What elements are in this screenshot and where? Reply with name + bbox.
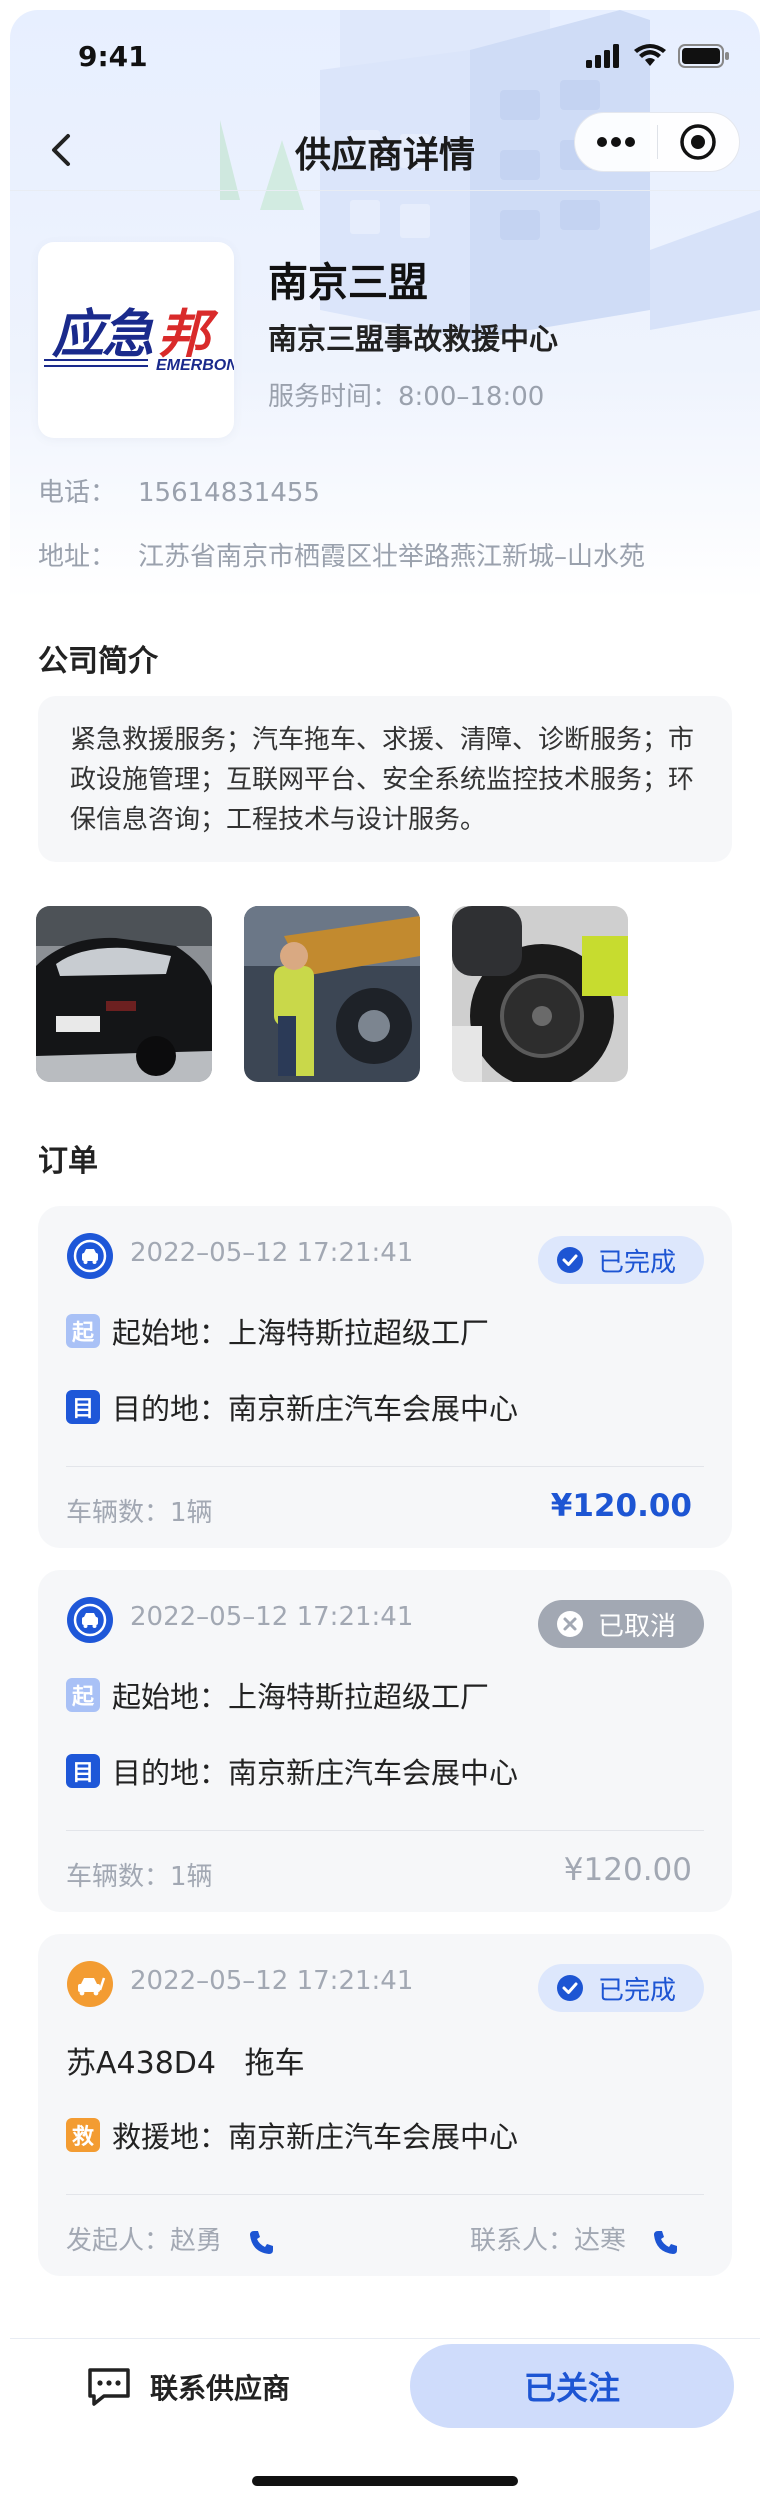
status-time: 9:41 — [78, 40, 148, 73]
chat-icon — [88, 2368, 130, 2406]
address-row: 地址： 江苏省南京市栖霞区壮举路燕江新城–山水苑 — [38, 536, 645, 573]
service-time: 服务时间：8:00–18:00 — [268, 382, 545, 412]
order-card[interactable]: 2022–05–12 17:21:41 已完成 起 起始地：上海特斯拉超级工厂 … — [38, 1206, 732, 1548]
intro-title: 公司简介 — [38, 644, 158, 679]
wifi-icon — [634, 44, 666, 66]
phone-number[interactable]: 15614831455 — [138, 478, 320, 508]
status-text: 已完成 — [597, 1247, 676, 1278]
svg-text:应急: 应急 — [51, 306, 154, 364]
address-value: 江苏省南京市栖霞区壮举路燕江新城–山水苑 — [138, 542, 646, 572]
order-price: ¥120.00 — [563, 1852, 692, 1888]
tire-photo-image — [452, 906, 628, 1082]
status-text: 已取消 — [597, 1611, 676, 1642]
photo-mechanic[interactable] — [244, 906, 420, 1082]
order-card[interactable]: 2022–05–12 17:21:41 已取消 起 起始地：上海特斯拉超级工厂 … — [38, 1570, 732, 1912]
address-label: 地址： — [38, 542, 117, 572]
card-divider — [66, 1466, 704, 1467]
status-bar: 9:41 — [10, 10, 760, 110]
order-datetime: 2022–05–12 17:21:41 — [130, 1238, 414, 1268]
end-location: 目 目的地：南京新庄汽车会展中心 — [66, 1750, 518, 1792]
start-tag: 起 — [66, 1314, 100, 1348]
end-location: 目 目的地：南京新庄汽车会展中心 — [66, 1386, 518, 1428]
close-button[interactable] — [658, 112, 740, 172]
emerbond-logo-icon: 应急 邦 EMERBOND — [44, 306, 250, 374]
status-icons — [586, 44, 730, 68]
end-tag: 目 — [66, 1390, 100, 1424]
svg-text:EMERBOND: EMERBOND — [156, 357, 234, 374]
bottom-bar-divider — [10, 2338, 760, 2339]
car-service-icon — [67, 1597, 113, 1643]
rescue-order-card[interactable]: 2022–05–12 17:21:41 已完成 苏A438D4 拖车 救 救援地… — [38, 1934, 732, 2276]
rescue-text: 救援地：南京新庄汽车会展中心 — [112, 2120, 519, 2154]
order-price: ¥120.00 — [550, 1488, 692, 1524]
svg-text:邦: 邦 — [158, 306, 219, 364]
tow-truck-icon — [67, 1961, 113, 2007]
rescue-tag: 救 — [66, 2118, 100, 2152]
supplier-name: 南京三盟 — [268, 260, 428, 306]
status-text: 已完成 — [597, 1975, 676, 2006]
follow-button[interactable]: 已关注 — [410, 2344, 734, 2428]
contact-row: 联系人：达寒 — [470, 2220, 680, 2257]
signal-icon — [586, 44, 619, 68]
photo-tire[interactable] — [452, 906, 628, 1082]
vehicle-plate: 苏A438D4 拖车 — [66, 2038, 305, 2082]
contact-text: 联系人：达寒 — [470, 2226, 627, 2256]
navigation-bar: 供应商详情 — [10, 110, 760, 190]
nav-divider — [10, 190, 760, 191]
rescue-location: 救 救援地：南京新庄汽车会展中心 — [66, 2114, 518, 2156]
order-datetime: 2022–05–12 17:21:41 — [130, 1966, 414, 1996]
intro-text: 紧急救援服务；汽车拖车、求援、清障、诊断服务；市政设施管理；互联网平台、安全系统… — [38, 696, 732, 862]
supplier-detail-page: 9:41 供应商详情 应急 邦 EMERBO 南京三盟 南京三盟事故救援中心 服… — [10, 10, 760, 2500]
phone-row: 电话： 15614831455 — [38, 472, 320, 509]
photo-car[interactable] — [36, 906, 212, 1082]
phone-icon[interactable] — [652, 2228, 680, 2256]
vehicle-count: 车辆数：1辆 — [66, 1862, 213, 1892]
card-divider — [66, 2194, 704, 2195]
initiator-text: 发起人：赵勇 — [66, 2226, 223, 2256]
car-service-icon — [67, 1233, 113, 1279]
plate-text: 苏A438D4 拖车 — [66, 2046, 305, 2081]
phone-label: 电话： — [38, 478, 117, 508]
end-text: 目的地：南京新庄汽车会展中心 — [112, 1392, 519, 1426]
car-photo-image — [36, 906, 212, 1082]
more-button[interactable] — [575, 112, 657, 172]
end-text: 目的地：南京新庄汽车会展中心 — [112, 1756, 519, 1790]
phone-icon[interactable] — [248, 2228, 276, 2256]
mechanic-photo-image — [244, 906, 420, 1082]
mini-program-capsule — [574, 112, 740, 172]
home-indicator — [252, 2476, 518, 2486]
end-tag: 目 — [66, 1754, 100, 1788]
order-datetime: 2022–05–12 17:21:41 — [130, 1602, 414, 1632]
initiator-row: 发起人：赵勇 — [66, 2220, 276, 2257]
contact-supplier-button[interactable]: 联系供应商 — [86, 2360, 290, 2414]
check-circle-icon — [556, 1975, 583, 2001]
check-circle-icon — [556, 1247, 583, 1273]
close-circle-icon — [556, 1611, 583, 1637]
status-badge: 已取消 — [537, 1600, 704, 1648]
supplier-full-name: 南京三盟事故救援中心 — [268, 322, 559, 356]
supplier-logo: 应急 邦 EMERBOND — [38, 242, 250, 438]
start-text: 起始地：上海特斯拉超级工厂 — [112, 1316, 490, 1350]
more-icon — [596, 137, 635, 147]
orders-title: 订单 — [38, 1144, 98, 1179]
close-target-icon — [680, 124, 716, 160]
start-location: 起 起始地：上海特斯拉超级工厂 — [66, 1674, 489, 1716]
card-divider — [66, 1830, 704, 1831]
battery-icon — [678, 44, 729, 68]
status-badge: 已完成 — [537, 1236, 704, 1284]
start-tag: 起 — [66, 1678, 100, 1712]
start-location: 起 起始地：上海特斯拉超级工厂 — [66, 1310, 489, 1352]
contact-supplier-label: 联系供应商 — [150, 2372, 291, 2405]
vehicle-count: 车辆数：1辆 — [66, 1498, 213, 1528]
status-badge: 已完成 — [537, 1964, 704, 2012]
start-text: 起始地：上海特斯拉超级工厂 — [112, 1680, 490, 1714]
